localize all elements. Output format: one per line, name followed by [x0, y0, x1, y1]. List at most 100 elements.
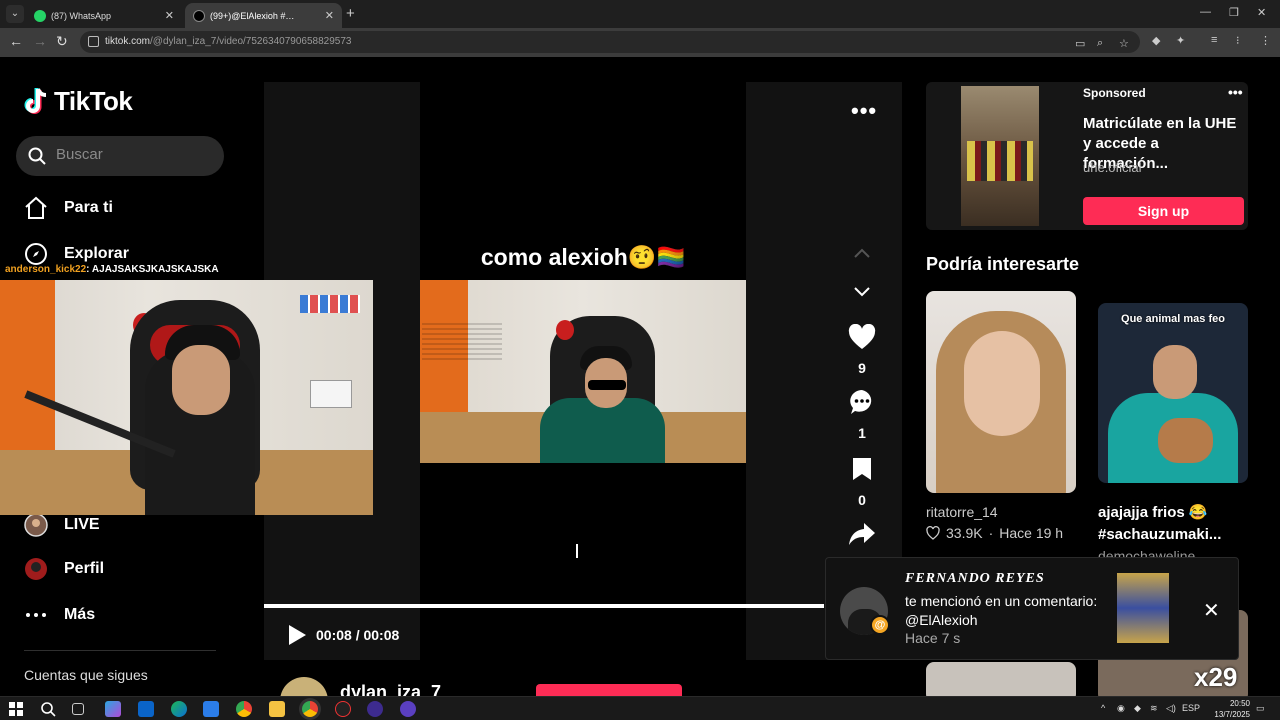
- language-indicator[interactable]: ESP: [1182, 703, 1200, 713]
- tray-icon[interactable]: ◉: [1117, 703, 1125, 714]
- window-close-icon[interactable]: ✕: [1257, 6, 1266, 19]
- sidebar-item-label: Para ti: [64, 199, 113, 216]
- video-progress-bar[interactable]: [264, 604, 824, 608]
- outlook-icon[interactable]: [138, 701, 154, 717]
- chat-message: : AJAJSAKSJKAJSKAJSKA: [86, 264, 219, 275]
- live-icon: [24, 513, 48, 537]
- heart-outline-icon: [926, 526, 940, 540]
- sidebar-item-label: Perfil: [64, 560, 105, 577]
- tiktok-logo[interactable]: TikTok: [24, 86, 133, 117]
- close-tab-icon[interactable]: ✕: [165, 9, 174, 22]
- sidebar-item-live[interactable]: LIVE: [24, 513, 100, 537]
- sidebar-item-para-ti[interactable]: Para ti: [24, 196, 113, 220]
- extensions-puzzle-icon[interactable]: ✦: [1176, 34, 1185, 47]
- ad-image[interactable]: [961, 86, 1039, 226]
- notification-text: te mencionó en un comentario: @ElAlexioh: [905, 593, 1098, 628]
- save-count: 0: [858, 492, 866, 508]
- tray-chevron-icon[interactable]: ^: [1101, 703, 1105, 713]
- minimize-icon[interactable]: —: [1200, 6, 1211, 18]
- chrome-icon[interactable]: [236, 701, 252, 717]
- browser-toolbar: ← → ↻ tiktok.com/@dylan_iza_7/video/7526…: [0, 28, 1280, 57]
- tiktok-icon: [193, 9, 205, 22]
- search-box[interactable]: [16, 136, 224, 176]
- tray-icon[interactable]: ◆: [1134, 703, 1141, 714]
- mention-badge-icon: @: [870, 615, 890, 635]
- play-icon[interactable]: [287, 624, 307, 646]
- profile-icon[interactable]: ⁝: [1236, 34, 1240, 47]
- heart-icon[interactable]: [847, 322, 877, 352]
- back-icon[interactable]: ←: [9, 33, 23, 49]
- forward-icon[interactable]: →: [33, 33, 47, 49]
- volume-icon[interactable]: ◁): [1166, 703, 1176, 714]
- zoom-icon[interactable]: ⌕: [1097, 37, 1103, 50]
- tab-tiktok[interactable]: (99+)@ElAlexioh #… ✕: [185, 3, 342, 28]
- search-input[interactable]: [56, 146, 206, 163]
- previous-video-icon[interactable]: [850, 241, 874, 265]
- file-explorer-icon[interactable]: [269, 701, 285, 717]
- chat-username: anderson_kick22: [5, 264, 87, 275]
- comment-icon[interactable]: [847, 387, 877, 417]
- recommendation-description[interactable]: ajajajja frios 😂 #sachauzumaki...: [1098, 502, 1248, 546]
- task-view-icon[interactable]: [72, 703, 84, 715]
- close-notification-icon[interactable]: ✕: [1203, 598, 1220, 623]
- profile-avatar-icon: [24, 557, 48, 581]
- media-control-icon[interactable]: ≡: [1211, 34, 1217, 46]
- reload-icon[interactable]: ↻: [56, 33, 68, 50]
- next-video-icon[interactable]: [850, 280, 874, 304]
- ad-handle[interactable]: uhe.oficial: [1083, 160, 1142, 175]
- system-clock[interactable]: 20:50 13/7/2025: [1200, 698, 1250, 720]
- tab-title: (87) WhatsApp: [51, 10, 112, 21]
- thumbnail-overlay-text: x29: [1194, 662, 1238, 692]
- ad-more-icon[interactable]: •••: [1228, 84, 1243, 100]
- sidebar-item-explorar[interactable]: Explorar: [24, 242, 129, 266]
- like-action[interactable]: 9: [846, 322, 878, 376]
- sidebar-item-mas[interactable]: Más: [24, 603, 95, 627]
- app-icon[interactable]: [335, 701, 351, 717]
- new-tab-button[interactable]: +: [346, 5, 355, 22]
- like-count: 9: [858, 360, 866, 376]
- sponsored-label: Sponsored: [1083, 86, 1146, 100]
- close-tab-icon[interactable]: ✕: [325, 9, 334, 22]
- tab-search-button[interactable]: ⌄: [6, 5, 24, 23]
- recommendation-thumbnail[interactable]: Que animal mas feo: [1098, 303, 1248, 483]
- browser-tabbar: ⌄ (87) WhatsApp ✕ (99+)@ElAlexioh #… ✕ +…: [0, 0, 1280, 28]
- cast-icon[interactable]: ▭: [1075, 37, 1085, 50]
- windows-start-icon[interactable]: [8, 701, 24, 717]
- notifications-icon[interactable]: ▭: [1256, 703, 1265, 714]
- video-more-options-icon[interactable]: •••: [851, 98, 877, 124]
- chrome-active-icon[interactable]: [302, 701, 318, 717]
- extension-icon[interactable]: ◆: [1152, 34, 1160, 47]
- mouse-cursor: [576, 544, 584, 558]
- edge-icon[interactable]: [171, 701, 187, 717]
- bookmark-star-icon[interactable]: ☆: [1119, 37, 1129, 50]
- app-icon[interactable]: [367, 701, 383, 717]
- wifi-icon[interactable]: ≋: [1150, 703, 1158, 714]
- video-caption: como alexioh🤨🏳️‍🌈: [480, 244, 686, 270]
- save-action[interactable]: 0: [846, 454, 878, 508]
- taskbar-search-icon[interactable]: [40, 701, 56, 717]
- copilot-icon[interactable]: [105, 701, 121, 717]
- app-icon[interactable]: [400, 701, 416, 717]
- store-icon[interactable]: [203, 701, 219, 717]
- following-heading: Cuentas que sigues: [24, 667, 148, 683]
- recommendation-thumbnail[interactable]: [926, 291, 1076, 493]
- tab-whatsapp[interactable]: (87) WhatsApp ✕: [26, 3, 182, 28]
- address-bar[interactable]: tiktok.com/@dylan_iza_7/video/7526340790…: [80, 31, 1140, 53]
- site-info-icon[interactable]: [88, 36, 99, 47]
- recommendation-stats: 33.9K · Hace 19 h: [926, 525, 1063, 541]
- bookmark-icon[interactable]: [847, 454, 877, 484]
- notification-thumbnail[interactable]: [1117, 573, 1169, 643]
- comment-action[interactable]: 1: [846, 387, 878, 441]
- notification-time: Hace 7 s: [905, 630, 961, 646]
- video-time: 00:08 / 00:08: [316, 627, 400, 643]
- sign-up-button[interactable]: Sign up: [1083, 197, 1244, 225]
- share-icon[interactable]: [847, 519, 877, 549]
- restore-icon[interactable]: ❐: [1229, 6, 1239, 19]
- screen: ⌄ (87) WhatsApp ✕ (99+)@ElAlexioh #… ✕ +…: [0, 0, 1280, 720]
- browser-menu-icon[interactable]: ⋮: [1260, 34, 1271, 47]
- url-text: tiktok.com/@dylan_iza_7/video/7526340790…: [105, 36, 352, 47]
- sidebar-item-label: LIVE: [64, 516, 100, 533]
- sidebar-item-perfil[interactable]: Perfil: [24, 557, 104, 581]
- recommendation-user[interactable]: ritatorre_14: [926, 504, 998, 520]
- share-action[interactable]: [846, 519, 878, 549]
